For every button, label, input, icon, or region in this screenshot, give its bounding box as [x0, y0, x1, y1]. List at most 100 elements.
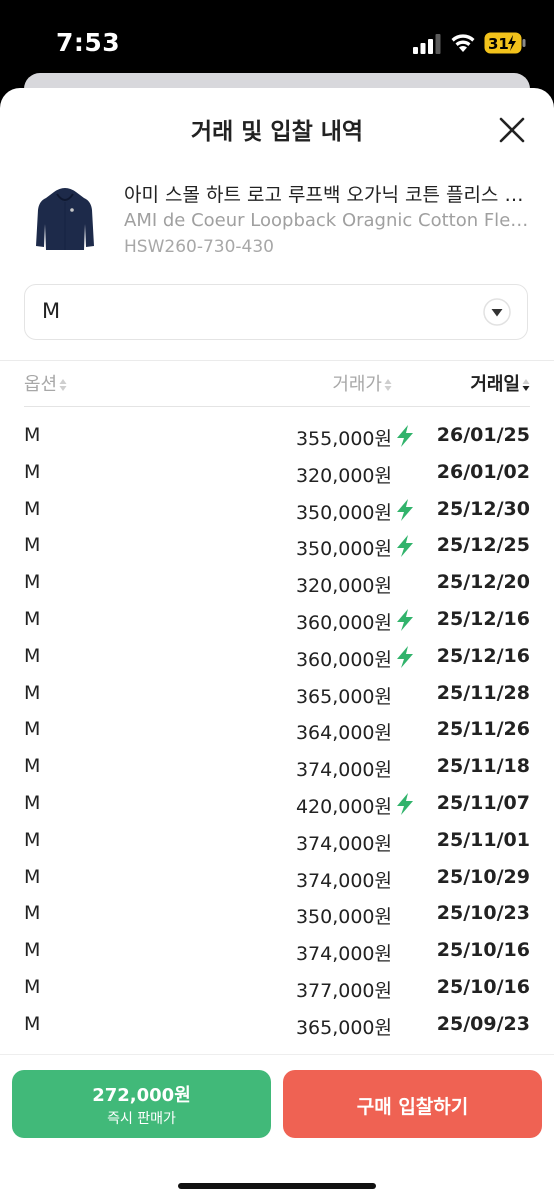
size-option-select[interactable]: M — [24, 284, 528, 340]
table-row: M 320,000원 25/12/20 — [24, 565, 530, 602]
row-price: 374,000원 — [295, 943, 392, 966]
row-option: M — [24, 828, 41, 851]
row-option: M — [24, 791, 41, 814]
table-row: M 350,000원 25/12/30 — [24, 492, 530, 529]
row-option: M — [24, 939, 41, 962]
row-option: M — [24, 902, 41, 925]
lightning-icon — [397, 645, 413, 668]
row-option: M — [24, 865, 41, 888]
row-date: 26/01/25 — [436, 424, 530, 446]
row-option: M — [24, 607, 41, 630]
phone-screen: 7:53 31 거래 및 입찰 내역 아미 스몰 하트 로고 루프백 오가닉 코… — [0, 0, 554, 1200]
row-date: 25/12/25 — [436, 534, 530, 557]
row-date: 25/11/26 — [436, 718, 530, 741]
row-price: 320,000원 — [295, 575, 392, 598]
row-date: 25/12/16 — [436, 607, 530, 630]
row-date: 25/10/23 — [436, 902, 530, 925]
row-price: 365,000원 — [295, 1016, 392, 1039]
row-price: 364,000원 — [295, 722, 392, 745]
row-option: M — [24, 571, 41, 594]
row-option: M — [24, 718, 41, 741]
header-date-label: 거래일 — [470, 374, 520, 395]
product-name-ko: 아미 스몰 하트 로고 루프백 오가닉 코튼 플리스 후디 네이비 — [124, 184, 530, 206]
table-row: M 374,000원 25/10/29 — [24, 860, 530, 897]
row-date: 25/09/23 — [436, 1012, 530, 1035]
table-row: M 360,000원 25/12/16 — [24, 639, 530, 676]
row-date: 25/12/16 — [436, 644, 530, 667]
buy-bid-label: 구매 입찰하기 — [356, 1096, 469, 1118]
table-row: M 374,000원 25/11/18 — [24, 749, 530, 786]
row-date: 25/11/01 — [436, 828, 530, 851]
table-row: M 377,000원 25/10/16 — [24, 970, 530, 1007]
cellular-signal-icon — [413, 34, 441, 54]
sort-icon — [384, 379, 392, 391]
row-date: 26/01/02 — [436, 460, 530, 483]
row-option: M — [24, 681, 41, 704]
table-header: 옵션 거래가 거래일 — [24, 360, 530, 407]
wifi-icon — [451, 34, 475, 52]
table-row: M 350,000원 25/12/25 — [24, 528, 530, 565]
lightning-icon — [397, 535, 413, 558]
row-price: 365,000원 — [295, 685, 392, 708]
header-date[interactable]: 거래일 — [470, 370, 530, 396]
row-price: 350,000원 — [295, 501, 392, 524]
table-row: M 365,000원 25/09/23 — [24, 1007, 530, 1044]
row-date: 25/12/20 — [436, 571, 530, 594]
lightning-icon — [397, 498, 413, 521]
table-row: M 374,000원 25/11/01 — [24, 823, 530, 860]
table-row: M 420,000원 25/11/07 — [24, 786, 530, 823]
product-name-en: AMI de Coeur Loopback Oragnic Cotton Fle… — [124, 210, 530, 231]
lightning-icon — [397, 425, 413, 447]
instant-sell-label: 즉시 판매가 — [107, 1111, 176, 1127]
row-option: M — [24, 755, 41, 778]
product-thumbnail — [24, 180, 106, 262]
row-option: M — [24, 534, 41, 557]
table-row: M 350,000원 25/10/23 — [24, 896, 530, 933]
status-time: 7:53 — [56, 28, 121, 57]
instant-sell-button[interactable]: 272,000원 즉시 판매가 — [12, 1070, 271, 1138]
sheet-title: 거래 및 입찰 내역 — [190, 119, 364, 145]
home-indicator — [178, 1183, 376, 1189]
row-price: 377,000원 — [295, 979, 392, 1002]
chevron-down-icon — [483, 298, 511, 326]
row-option: M — [24, 497, 41, 520]
table-row: M 360,000원 25/12/16 — [24, 602, 530, 639]
row-date: 25/11/07 — [436, 791, 530, 814]
row-date: 25/10/29 — [436, 865, 530, 888]
header-price[interactable]: 거래가 — [332, 370, 392, 396]
table-row: M 365,000원 25/11/28 — [24, 676, 530, 713]
row-price: 374,000원 — [295, 832, 392, 855]
close-icon[interactable] — [494, 112, 530, 148]
sort-desc-icon — [522, 379, 530, 391]
lightning-icon — [397, 792, 413, 815]
row-date: 25/12/30 — [436, 497, 530, 520]
table-row: M 355,000원 26/01/25 — [24, 418, 530, 455]
buy-bid-button[interactable]: 구매 입찰하기 — [283, 1070, 542, 1138]
header-price-label: 거래가 — [332, 374, 382, 395]
row-option: M — [24, 975, 41, 998]
table-row: M 374,000원 25/10/16 — [24, 933, 530, 970]
sort-icon — [59, 379, 67, 391]
lightning-icon — [397, 608, 413, 631]
header-option-label: 옵션 — [24, 374, 58, 395]
instant-sell-price: 272,000원 — [92, 1085, 191, 1106]
row-price: 420,000원 — [295, 795, 392, 818]
row-price: 320,000원 — [295, 464, 392, 487]
row-price: 350,000원 — [295, 906, 392, 929]
battery-icon: 31 — [484, 32, 526, 54]
row-price: 355,000원 — [295, 428, 392, 450]
selected-size: M — [42, 299, 61, 323]
row-option: M — [24, 644, 41, 667]
row-option: M — [24, 424, 41, 446]
product-info: 아미 스몰 하트 로고 루프백 오가닉 코튼 플리스 후디 네이비 AMI de… — [24, 170, 530, 270]
header-option[interactable]: 옵션 — [24, 370, 67, 396]
row-option: M — [24, 1012, 41, 1035]
battery-level: 31 — [488, 35, 509, 53]
bottom-action-bar: 272,000원 즉시 판매가 구매 입찰하기 — [0, 1054, 554, 1200]
product-code: HSW260-730-430 — [124, 237, 274, 257]
row-option: M — [24, 460, 41, 483]
row-price: 374,000원 — [295, 869, 392, 892]
trade-history-sheet: 거래 및 입찰 내역 아미 스몰 하트 로고 루프백 오가닉 코튼 플리스 후디… — [0, 88, 554, 1200]
table-row: M 364,000원 25/11/26 — [24, 712, 530, 749]
row-date: 25/11/18 — [436, 755, 530, 778]
